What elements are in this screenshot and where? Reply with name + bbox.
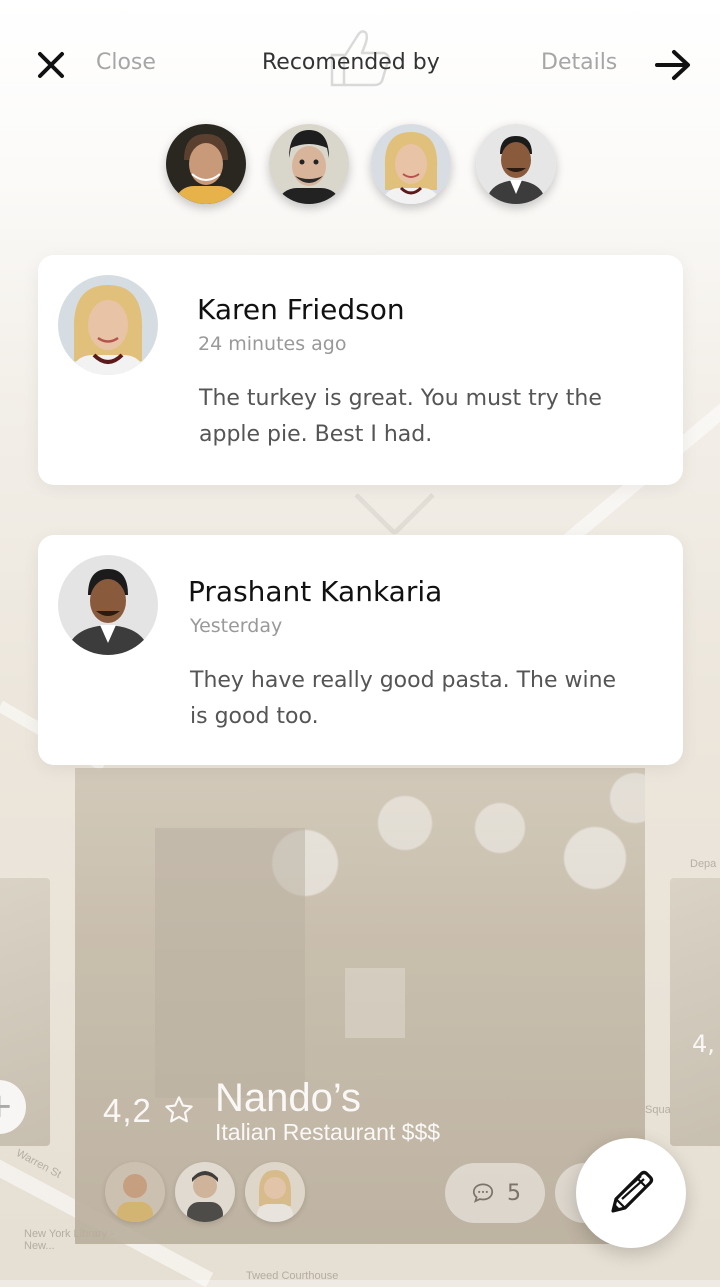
details-button[interactable]: Details bbox=[541, 50, 617, 75]
comments-button[interactable]: 5 bbox=[445, 1163, 545, 1223]
reviewer-name: Karen Friedson bbox=[197, 293, 405, 326]
close-icon[interactable] bbox=[36, 50, 66, 80]
review-card[interactable]: Karen Friedson 24 minutes ago The turkey… bbox=[38, 255, 683, 485]
next-restaurant-rating: 4, bbox=[692, 1030, 715, 1058]
reviewer-avatar[interactable] bbox=[58, 275, 158, 375]
map-label-square: Squa bbox=[645, 1104, 671, 1116]
restaurant-recommender-avatar[interactable] bbox=[245, 1162, 305, 1222]
map-label-department: Depa bbox=[690, 858, 717, 870]
comment-icon bbox=[472, 1183, 494, 1203]
restaurant-photo-window bbox=[345, 968, 405, 1038]
star-icon bbox=[165, 1096, 193, 1123]
recommender-avatar[interactable] bbox=[476, 124, 556, 204]
reviewer-name: Prashant Kankaria bbox=[188, 575, 443, 608]
recommender-avatar[interactable] bbox=[269, 124, 349, 204]
restaurant-recommender-avatar[interactable] bbox=[175, 1162, 235, 1222]
restaurant-photo-panel bbox=[155, 828, 305, 1098]
restaurant-type: Italian Restaurant $$$ bbox=[215, 1119, 441, 1145]
review-text: They have really good pasta. The wine is… bbox=[190, 668, 617, 729]
comment-count: 5 bbox=[507, 1180, 521, 1206]
header: Close Recomended by Details bbox=[0, 0, 720, 120]
reviewer-avatar[interactable] bbox=[58, 555, 158, 655]
map-label-courthouse: Tweed Courthouse bbox=[246, 1270, 339, 1282]
page-title: Recomended by bbox=[262, 50, 440, 75]
restaurant-card[interactable] bbox=[75, 768, 645, 1244]
recommender-avatar[interactable] bbox=[371, 124, 451, 204]
restaurant-name: Nando’s bbox=[215, 1076, 362, 1120]
review-timestamp: 24 minutes ago bbox=[198, 333, 347, 355]
restaurant-recommender-avatar[interactable] bbox=[105, 1162, 165, 1222]
recommender-avatar[interactable] bbox=[166, 124, 246, 204]
next-restaurant-card[interactable] bbox=[670, 878, 720, 1146]
review-timestamp: Yesterday bbox=[190, 615, 283, 637]
close-button[interactable]: Close bbox=[96, 50, 156, 75]
pencil-icon bbox=[611, 1170, 654, 1213]
arrow-right-icon[interactable] bbox=[654, 48, 692, 82]
restaurant-rating: 4,2 bbox=[103, 1092, 196, 1130]
write-review-button[interactable] bbox=[576, 1138, 686, 1248]
rating-value: 4,2 bbox=[103, 1092, 152, 1129]
review-text: The turkey is great. You must try the ap… bbox=[199, 386, 602, 447]
review-card[interactable]: Prashant Kankaria Yesterday They have re… bbox=[38, 535, 683, 765]
